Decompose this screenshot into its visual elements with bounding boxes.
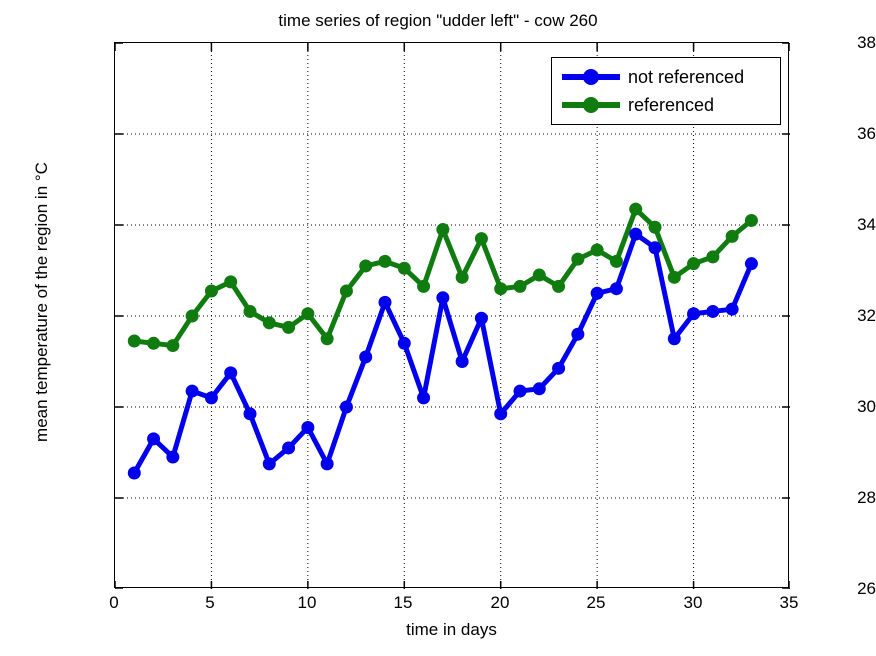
data-point: [706, 250, 720, 264]
data-point: [282, 441, 296, 455]
data-point: [648, 220, 662, 234]
legend-item-not-referenced[interactable]: not referenced: [552, 63, 780, 91]
data-point: [185, 384, 199, 398]
data-point: [744, 213, 758, 227]
legend-label-referenced: referenced: [628, 95, 715, 115]
data-point: [417, 279, 431, 293]
legend-label-not-referenced: not referenced: [628, 67, 745, 87]
data-point: [378, 295, 392, 309]
data-point: [455, 270, 469, 284]
data-point: [648, 241, 662, 255]
data-point: [127, 334, 141, 348]
x-tick-5: 5: [205, 593, 215, 612]
data-point: [474, 232, 488, 246]
legend-swatch-not-referenced: [562, 67, 620, 87]
data-point: [590, 243, 604, 257]
data-point: [397, 336, 411, 350]
data-point: [725, 302, 739, 316]
data-point: [147, 336, 161, 350]
legend-marker-icon: [583, 69, 599, 85]
data-point: [147, 432, 161, 446]
data-point: [667, 270, 681, 284]
y-tick-26: 26: [857, 579, 876, 598]
data-point: [436, 223, 450, 237]
data-point: [436, 291, 450, 305]
data-point: [282, 320, 296, 334]
data-point: [629, 202, 643, 216]
y-tick-28: 28: [857, 488, 876, 507]
data-point: [687, 307, 701, 321]
data-point: [204, 284, 218, 298]
data-point: [532, 382, 546, 396]
data-point: [687, 257, 701, 271]
data-point: [455, 355, 469, 368]
y-tick-36: 36: [857, 124, 876, 143]
data-point: [706, 304, 720, 318]
x-tick-25: 25: [586, 593, 606, 612]
data-point: [204, 391, 218, 405]
chart-figure: time series of region "udder left" - cow…: [0, 0, 876, 656]
data-point: [532, 268, 546, 282]
data-point: [552, 279, 566, 293]
data-point: [571, 252, 585, 266]
x-axis-label: time in days: [406, 620, 497, 639]
data-point: [185, 309, 199, 323]
data-point: [474, 311, 488, 325]
data-point: [359, 350, 373, 364]
data-point: [243, 407, 257, 421]
data-point: [127, 466, 141, 480]
series-not-referenced: [127, 227, 758, 480]
data-point: [224, 366, 238, 380]
data-point: [397, 261, 411, 275]
data-point: [166, 450, 180, 464]
y-tick-34: 34: [857, 215, 876, 234]
legend-item-referenced[interactable]: referenced: [552, 91, 780, 119]
data-point: [744, 257, 758, 271]
y-tick-32: 32: [857, 306, 876, 325]
y-axis-label: mean temperature of the region in °C: [32, 162, 51, 442]
data-point: [590, 286, 604, 300]
legend: not referenced referenced: [551, 57, 781, 125]
data-point: [494, 407, 508, 421]
data-point: [552, 361, 566, 375]
data-point: [339, 284, 353, 298]
legend-marker-icon: [583, 97, 599, 113]
data-point: [609, 282, 623, 296]
data-point: [725, 229, 739, 243]
y-tick-30: 30: [857, 397, 876, 416]
legend-swatch-referenced: [562, 95, 620, 115]
data-point: [629, 227, 643, 241]
chart-title: time series of region "udder left" - cow…: [278, 11, 598, 30]
data-point: [262, 457, 276, 471]
data-point: [609, 254, 623, 268]
data-point: [262, 316, 276, 330]
data-point: [224, 275, 238, 289]
x-tick-10: 10: [297, 593, 317, 612]
y-tick-38: 38: [857, 33, 876, 52]
data-point: [571, 327, 585, 341]
data-point: [417, 391, 431, 405]
series-line: [131, 231, 754, 476]
data-point: [320, 457, 334, 471]
data-point: [513, 279, 527, 293]
data-point: [301, 307, 315, 321]
x-tick-35: 35: [779, 593, 799, 612]
data-point: [301, 420, 315, 434]
x-tick-15: 15: [393, 593, 413, 612]
data-point: [320, 332, 334, 346]
x-tick-20: 20: [490, 593, 510, 612]
data-point: [513, 384, 527, 398]
data-point: [494, 282, 508, 296]
data-point: [243, 304, 257, 318]
data-point: [667, 332, 681, 346]
data-point: [339, 400, 353, 414]
data-point: [359, 259, 373, 273]
x-tick-30: 30: [683, 593, 703, 612]
data-point: [378, 254, 392, 268]
data-point: [166, 339, 180, 353]
x-tick-0: 0: [109, 593, 119, 612]
